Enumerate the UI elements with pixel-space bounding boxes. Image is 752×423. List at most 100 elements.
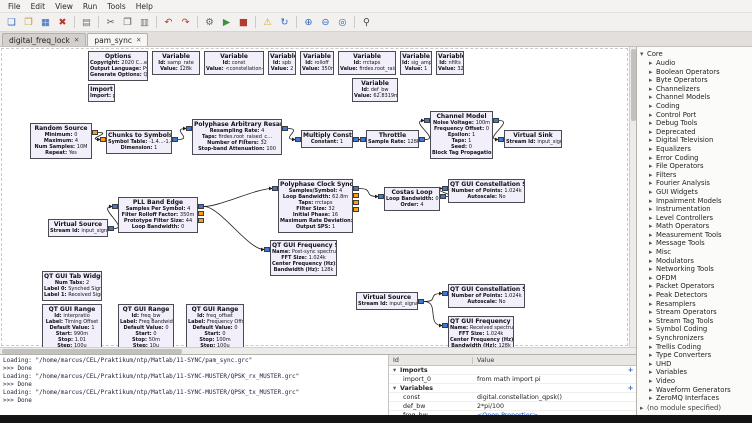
block-var_const[interactable]: VariableId: constValue: <constellation-Q…	[204, 51, 264, 75]
variable-value[interactable]: <Open Properties>	[473, 412, 636, 416]
connection-wire[interactable]	[359, 189, 378, 197]
block-channel_model[interactable]: Channel ModelNoise Voltage: 100mFrequenc…	[430, 111, 493, 159]
screenshot-icon[interactable]: ▤	[79, 15, 94, 30]
cut-icon[interactable]: ✂	[103, 15, 118, 30]
open-file-icon[interactable]: ❒	[21, 15, 36, 30]
out-port-0[interactable]	[353, 186, 359, 191]
out-port-0[interactable]	[440, 194, 446, 199]
library-item-stream-tag-tools[interactable]: ▸Stream Tag Tools	[637, 317, 752, 326]
in-port-0[interactable]	[442, 291, 448, 296]
block-range_freq_offset[interactable]: QT GUI RangeId: freq_offsetLabel: Freque…	[186, 304, 244, 347]
block-tab_widget[interactable]: QT GUI Tab WidgetNum Tabs: 2Label 0: Syn…	[42, 271, 102, 301]
out-port-0[interactable]	[353, 137, 359, 142]
connection-wire[interactable]	[204, 207, 264, 250]
paste-icon[interactable]: ▥	[137, 15, 152, 30]
library-item-boolean-operators[interactable]: ▸Boolean Operators	[637, 68, 752, 77]
zoom-reset-icon[interactable]: ◎	[335, 15, 350, 30]
block-pll_band_edge[interactable]: PLL Band EdgeSamples Per Symbol: 4Filter…	[118, 197, 198, 233]
block-options[interactable]: OptionsCopyright: 2020 C...ering LabOutp…	[88, 51, 148, 81]
block-clock_sync[interactable]: Polyphase Clock SyncSamples/Symbol: 4Loo…	[278, 179, 353, 233]
block-const_sink_0[interactable]: QT GUI Constellation SinkNumber of Point…	[448, 179, 525, 203]
block-var_rolloff[interactable]: VariableId: rolloffValue: 350m	[300, 51, 334, 75]
library-item-message-tools[interactable]: ▸Message Tools	[637, 239, 752, 248]
out-port-0[interactable]	[419, 137, 425, 142]
zoom-out-icon[interactable]: ⊖	[318, 15, 333, 30]
library-item-byte-operators[interactable]: ▸Byte Operators	[637, 76, 752, 85]
library-item-control-port[interactable]: ▸Control Port	[637, 111, 752, 120]
library-item-modulators[interactable]: ▸Modulators	[637, 257, 752, 266]
library-item-audio[interactable]: ▸Audio	[637, 59, 752, 68]
library-item-uhd[interactable]: ▸UHD	[637, 360, 752, 369]
execute-icon[interactable]: ▶	[219, 15, 234, 30]
in-port-0[interactable]	[442, 323, 448, 328]
in-port-0[interactable]	[424, 118, 430, 123]
library-root-core[interactable]: ▾Core	[637, 49, 752, 59]
kill-icon[interactable]: ■	[236, 15, 251, 30]
library-item-level-controllers[interactable]: ▸Level Controllers	[637, 214, 752, 223]
library-item-instrumentation[interactable]: ▸Instrumentation	[637, 205, 752, 214]
connection-wire[interactable]	[204, 189, 272, 207]
library-item-deprecated[interactable]: ▸Deprecated	[637, 128, 752, 137]
block-freq_sink_rx[interactable]: QT GUI Frequency SinkName: Received spec…	[448, 316, 514, 347]
close-icon[interactable]: ✖	[55, 15, 70, 30]
block-throttle[interactable]: ThrottleSample Rate: 128k	[366, 130, 419, 148]
errors-icon[interactable]: ⚠	[260, 15, 275, 30]
add-variables-button[interactable]: +	[625, 384, 636, 392]
library-item-trellis-coding[interactable]: ▸Trellis Coding	[637, 343, 752, 352]
library-item-channel-models[interactable]: ▸Channel Models	[637, 93, 752, 102]
block-virtual_sink_0[interactable]: Virtual SinkStream Id: input_signal_prob…	[504, 130, 562, 148]
library-item-channelizers[interactable]: ▸Channelizers	[637, 85, 752, 94]
connection-wire[interactable]	[178, 129, 186, 140]
library-no-module-item[interactable]: ▸(no module specified)	[637, 403, 752, 413]
library-item-math-operators[interactable]: ▸Math Operators	[637, 222, 752, 231]
library-item-error-coding[interactable]: ▸Error Coding	[637, 154, 752, 163]
block-var_samp_rate[interactable]: VariableId: samp_rateValue: 128k	[152, 51, 200, 75]
in-port-0[interactable]	[498, 137, 504, 142]
library-item-networking-tools[interactable]: ▸Networking Tools	[637, 265, 752, 274]
library-item-equalizers[interactable]: ▸Equalizers	[637, 145, 752, 154]
in-port-0[interactable]	[378, 194, 384, 199]
library-item-type-converters[interactable]: ▸Type Converters	[637, 351, 752, 360]
flowgraph-canvas[interactable]: OptionsCopyright: 2020 C...ering LabOutp…	[0, 47, 636, 347]
redo-icon[interactable]: ↷	[178, 15, 193, 30]
variable-row-freq-bw[interactable]: freq_bw<Open Properties>	[389, 411, 636, 415]
library-item-misc[interactable]: ▸Misc	[637, 248, 752, 257]
block-costas_loop[interactable]: Costas LoopLoop Bandwidth: 0Order: 4	[384, 187, 440, 211]
in-port-0[interactable]	[100, 137, 106, 142]
block-random_source[interactable]: Random SourceMinimum: 0Maximum: 4Num Sam…	[30, 123, 92, 159]
library-item-waveform-generators[interactable]: ▸Waveform Generators	[637, 386, 752, 395]
menu-edit[interactable]: Edit	[26, 2, 51, 11]
library-item-stream-operators[interactable]: ▸Stream Operators	[637, 308, 752, 317]
out-port-1[interactable]	[198, 211, 204, 216]
block-const_sink_1[interactable]: QT GUI Constellation SinkNumber of Point…	[448, 284, 525, 308]
in-port-0[interactable]	[295, 137, 301, 142]
block-range_freq_bw[interactable]: QT GUI RangeId: freq_bwLabel: Freq Bandw…	[118, 304, 174, 347]
library-item-file-operators[interactable]: ▸File Operators	[637, 162, 752, 171]
menu-help[interactable]: Help	[131, 2, 158, 11]
in-port-0[interactable]	[264, 247, 270, 252]
horizontal-scrollbar-thumb[interactable]	[2, 349, 182, 354]
block-range_interpratio[interactable]: QT GUI RangeId: interpratioLabel: Timing…	[42, 304, 102, 347]
canvas-horizontal-scrollbar[interactable]	[0, 347, 636, 354]
library-item-coding[interactable]: ▸Coding	[637, 102, 752, 111]
in-port-0[interactable]	[186, 126, 192, 131]
out-port-2[interactable]	[198, 218, 204, 223]
library-item-ofdm[interactable]: ▸OFDM	[637, 274, 752, 283]
library-item-video[interactable]: ▸Video	[637, 377, 752, 386]
block-freq_sink_post[interactable]: QT GUI Frequency SinkName: Post-sync spe…	[270, 240, 337, 276]
library-item-gui-widgets[interactable]: ▸GUI Widgets	[637, 188, 752, 197]
in-port-0[interactable]	[272, 186, 278, 191]
out-port-0[interactable]	[418, 299, 424, 304]
reload-icon[interactable]: ↻	[277, 15, 292, 30]
in-port-0[interactable]	[360, 137, 366, 142]
out-port-0[interactable]	[198, 204, 204, 209]
tab-close-icon[interactable]: ✕	[136, 36, 141, 44]
library-item-packet-operators[interactable]: ▸Packet Operators	[637, 282, 752, 291]
variables-section-imports[interactable]: ▾Imports+	[389, 366, 636, 375]
menu-tools[interactable]: Tools	[102, 2, 130, 11]
library-item-fourier-analysis[interactable]: ▸Fourier Analysis	[637, 179, 752, 188]
out-port-3[interactable]	[353, 207, 359, 212]
library-item-filters[interactable]: ▸Filters	[637, 171, 752, 180]
library-item-resamplers[interactable]: ▸Resamplers	[637, 300, 752, 309]
block-var_sig_amp[interactable]: VariableId: sig_ampValue: 1	[400, 51, 432, 75]
